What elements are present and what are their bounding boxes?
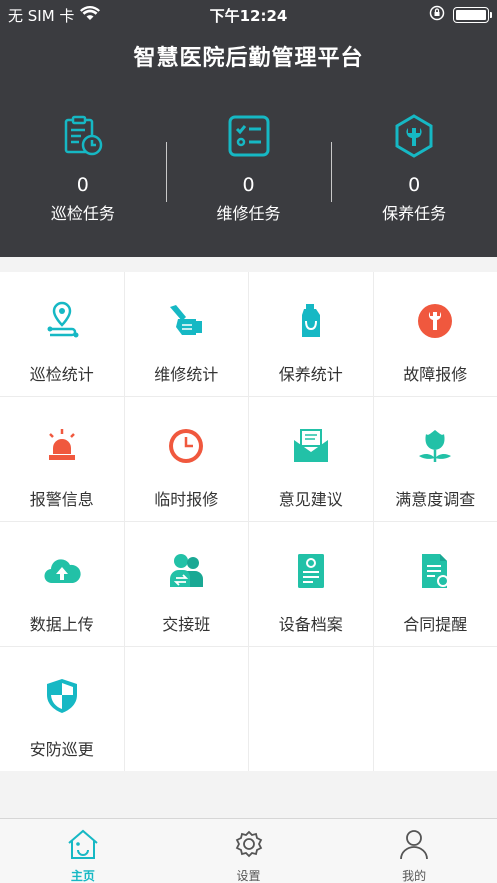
grid-item-satisfaction-survey[interactable]: 满意度调查 xyxy=(373,397,497,521)
stat-value: 0 xyxy=(76,174,89,196)
device-file-icon xyxy=(289,549,333,593)
hand-wrench-icon xyxy=(164,299,208,343)
grid-item-security-patrol[interactable]: 安防巡更 xyxy=(0,647,124,771)
grid-item-inspection-statistics[interactable]: 巡检统计 xyxy=(0,272,124,396)
function-grid: 巡检统计 维修统计 保养统计 故障报修 报警信息 临时报修 意见建议 满意度调查… xyxy=(0,272,497,771)
wrench-circle-icon xyxy=(413,299,457,343)
grid-item-label: 数据上传 xyxy=(29,615,94,634)
stat-label: 维修任务 xyxy=(216,204,281,223)
orientation-lock-icon xyxy=(429,5,445,25)
stat-value: 0 xyxy=(408,174,421,196)
header: 无 SIM 卡 下午12:24 智慧医院后勤管理平台 0 巡检任务 0 维修任务… xyxy=(0,0,497,257)
flower-icon xyxy=(413,424,457,468)
grid-item-label: 故障报修 xyxy=(403,365,468,384)
cloud-upload-icon xyxy=(40,549,84,593)
gear-icon xyxy=(232,828,266,864)
grid-item-label: 保养统计 xyxy=(278,365,343,384)
tab-mine[interactable]: 我的 xyxy=(331,819,497,883)
page-title: 智慧医院后勤管理平台 xyxy=(133,46,364,71)
checklist-icon xyxy=(166,112,332,160)
clock-icon xyxy=(164,424,208,468)
grid-item-repair-statistics[interactable]: 维修统计 xyxy=(124,272,248,396)
grid-item-device-files[interactable]: 设备档案 xyxy=(249,522,373,646)
task-stats: 0 巡检任务 0 维修任务 0 保养任务 xyxy=(0,112,497,227)
grid-item-label: 设备档案 xyxy=(278,615,343,634)
stat-label: 巡检任务 xyxy=(50,204,115,223)
grid-item-shift-handover[interactable]: 交接班 xyxy=(124,522,248,646)
grid-item-suggestions[interactable]: 意见建议 xyxy=(249,397,373,521)
grid-item-alarm-info[interactable]: 报警信息 xyxy=(0,397,124,521)
battery-icon xyxy=(453,7,492,23)
location-route-icon xyxy=(40,299,84,343)
stat-maintenance-tasks[interactable]: 0 保养任务 xyxy=(331,112,497,227)
home-icon xyxy=(66,828,100,864)
users-swap-icon xyxy=(164,549,208,593)
status-time: 下午12:24 xyxy=(209,7,288,25)
tab-settings[interactable]: 设置 xyxy=(166,819,332,883)
stat-repair-tasks[interactable]: 0 维修任务 xyxy=(165,112,332,227)
tab-bar: 主页 设置 我的 xyxy=(0,818,497,883)
tab-label: 我的 xyxy=(402,869,427,883)
tab-label: 主页 xyxy=(70,869,95,883)
grid-item-maintenance-statistics[interactable]: 保养统计 xyxy=(249,272,373,396)
grid-item-label: 维修统计 xyxy=(154,365,219,384)
wrench-hexagon-icon xyxy=(331,112,497,160)
grid-item-contract-reminder[interactable]: 合同提醒 xyxy=(373,522,497,646)
grid-item-temporary-repair[interactable]: 临时报修 xyxy=(124,397,248,521)
grid-empty-cell xyxy=(124,647,248,771)
grid-item-label: 意见建议 xyxy=(278,490,343,509)
envelope-icon xyxy=(289,424,333,468)
grid-item-label: 临时报修 xyxy=(154,490,219,509)
oil-bottle-icon xyxy=(289,299,333,343)
alarm-siren-icon xyxy=(40,424,84,468)
grid-item-label: 报警信息 xyxy=(29,490,94,509)
stat-label: 保养任务 xyxy=(382,204,447,223)
status-bar: 无 SIM 卡 下午12:24 xyxy=(0,0,497,28)
contract-icon xyxy=(413,549,457,593)
person-icon xyxy=(397,828,431,864)
grid-item-data-upload[interactable]: 数据上传 xyxy=(0,522,124,646)
grid-item-label: 满意度调查 xyxy=(395,490,476,509)
stat-inspection-tasks[interactable]: 0 巡检任务 xyxy=(0,112,166,227)
tab-home[interactable]: 主页 xyxy=(0,819,166,883)
grid-empty-cell xyxy=(373,647,497,771)
stat-value: 0 xyxy=(242,174,255,196)
grid-item-label: 安防巡更 xyxy=(29,740,94,759)
grid-item-fault-report[interactable]: 故障报修 xyxy=(373,272,497,396)
grid-item-label: 交接班 xyxy=(162,615,211,634)
grid-empty-cell xyxy=(249,647,373,771)
shield-icon xyxy=(40,674,84,718)
clipboard-clock-icon xyxy=(0,112,166,160)
grid-item-label: 合同提醒 xyxy=(403,615,468,634)
tab-label: 设置 xyxy=(236,869,261,883)
grid-item-label: 巡检统计 xyxy=(29,365,94,384)
